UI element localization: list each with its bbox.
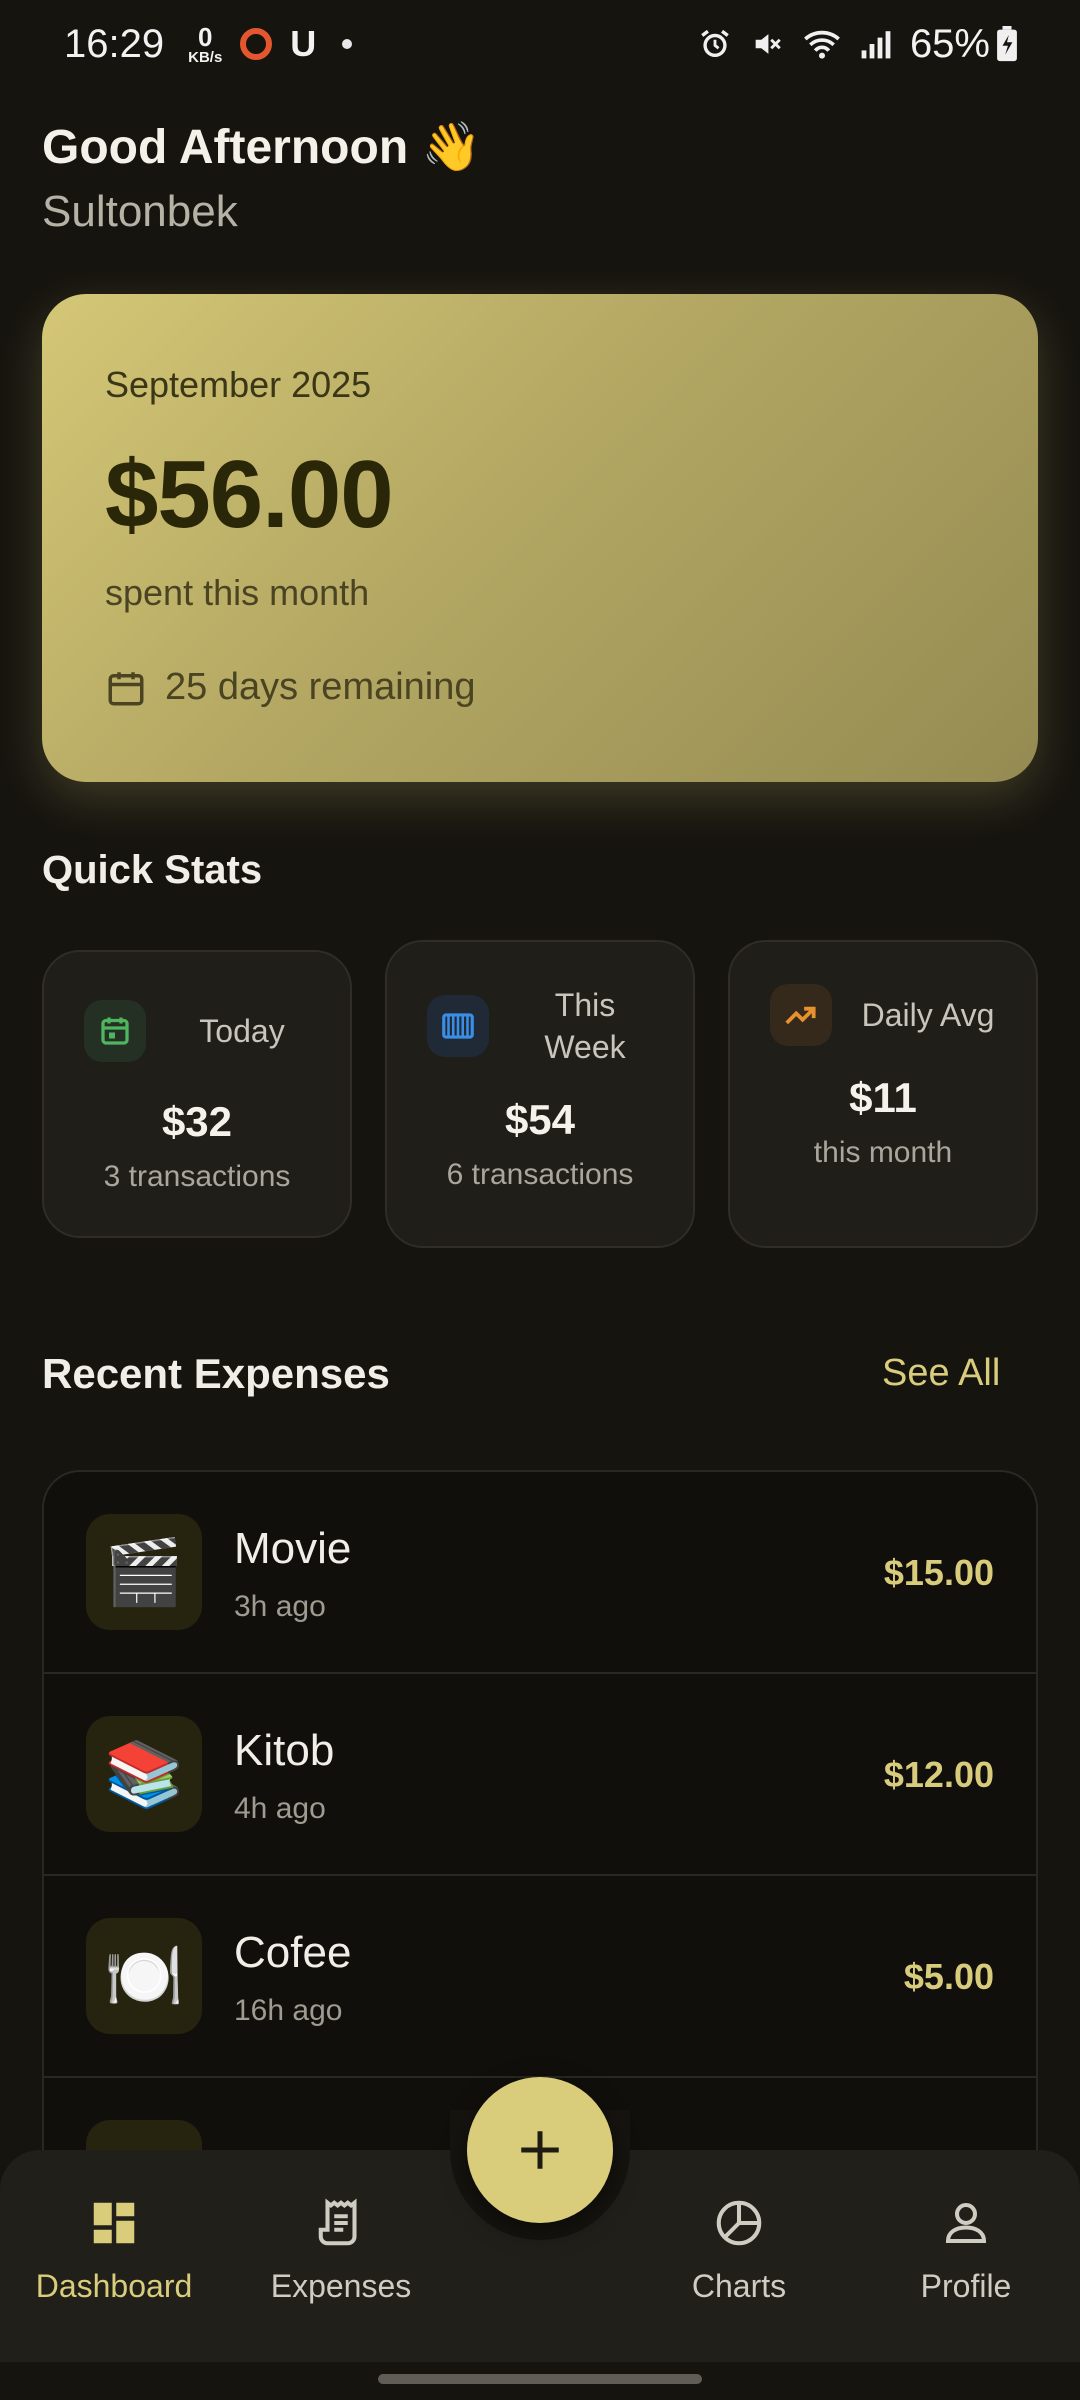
category-icon: 🍽️ — [86, 1918, 202, 2034]
expense-time: 3h ago — [234, 1590, 326, 1623]
plus-icon — [521, 2131, 559, 2169]
nav-expenses[interactable]: Expenses — [241, 2196, 441, 2305]
calendar-icon — [84, 1000, 146, 1062]
expense-amount: $12.00 — [883, 1754, 994, 1795]
pie-chart-icon — [716, 2200, 762, 2246]
expense-name: Kitob — [234, 1726, 335, 1775]
status-time: 16:29 — [64, 21, 165, 66]
expense-amount: $15.00 — [883, 1552, 994, 1593]
quick-stats-title: Quick Stats — [42, 848, 263, 892]
nav-dashboard[interactable]: Dashboard — [14, 2196, 214, 2305]
expense-name: Movie — [234, 1524, 352, 1573]
app-u-icon: U — [290, 23, 317, 64]
network-speed: 0 KB/s — [188, 21, 223, 66]
alarm-icon — [698, 27, 732, 61]
person-icon — [945, 2202, 987, 2244]
recent-expenses-title: Recent Expenses — [42, 1350, 390, 1397]
signal-icon — [860, 28, 892, 60]
summary-caption: spent this month — [105, 572, 370, 613]
summary-amount: $56.00 — [105, 441, 394, 548]
wifi-icon — [802, 27, 842, 61]
dashboard-icon — [93, 2202, 135, 2244]
status-bar: 16:29 0 KB/s U 65% — [0, 0, 1080, 88]
receipt-icon — [318, 2198, 357, 2246]
recording-ring-icon — [240, 28, 273, 60]
category-icon: 📚 — [86, 1716, 202, 1832]
summary-month: September 2025 — [105, 364, 372, 405]
list-item[interactable]: 🍽️ Cofee 16h ago $5.00 — [44, 1876, 1036, 2078]
stat-card-today[interactable]: Today $32 3 transactions — [42, 950, 352, 1238]
battery-charging-icon — [997, 26, 1017, 62]
expense-name: Cofee — [234, 1928, 352, 1977]
see-all-link[interactable]: See All — [882, 1352, 1000, 1395]
greeting-title: Good Afternoon 👋 — [42, 121, 482, 174]
list-item[interactable]: 🎬 Movie 3h ago $15.00 — [44, 1472, 1036, 1674]
mute-icon — [750, 27, 784, 61]
user-name: Sultonbek — [42, 187, 238, 236]
view-week-icon — [427, 995, 489, 1057]
notification-dot-icon — [342, 39, 353, 49]
calendar-icon — [108, 671, 144, 705]
stat-card-daily-avg[interactable]: Daily Avg $11 this month — [728, 940, 1038, 1248]
waving-hand-icon: 👋 — [421, 121, 482, 174]
days-remaining: 25 days remaining — [105, 666, 975, 709]
greeting: Good Afternoon 👋 Sultonbek — [42, 118, 481, 237]
list-item[interactable]: 📚 Kitob 4h ago $12.00 — [44, 1674, 1036, 1876]
home-indicator[interactable] — [378, 2374, 702, 2384]
expense-amount: $5.00 — [903, 1956, 994, 1997]
expense-time: 4h ago — [234, 1792, 326, 1825]
trending-up-icon — [770, 984, 832, 1046]
add-expense-button[interactable] — [467, 2077, 613, 2223]
nav-charts[interactable]: Charts — [639, 2196, 839, 2305]
monthly-summary-card: September 2025 $56.00 spent this month 2… — [42, 294, 1038, 782]
stat-card-this-week[interactable]: This Week $54 6 transactions — [385, 940, 695, 1248]
battery-level: 65% — [909, 21, 990, 66]
nav-profile[interactable]: Profile — [866, 2196, 1066, 2305]
expense-time: 16h ago — [234, 1994, 343, 2027]
category-icon: 🎬 — [86, 1514, 202, 1630]
